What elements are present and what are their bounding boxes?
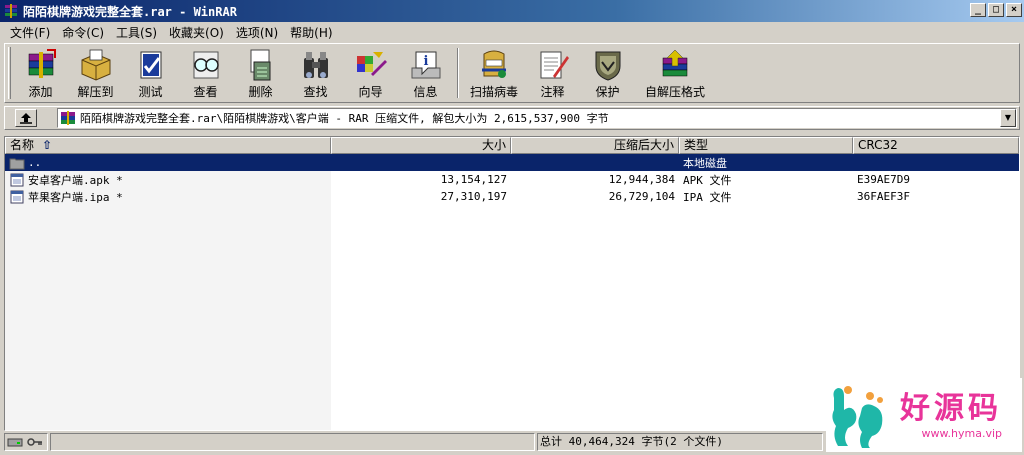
add-button[interactable]: 添加 (13, 48, 68, 100)
sfx-icon (662, 49, 688, 77)
window-title: 陌陌棋牌游戏完整全套.rar - WinRAR (23, 4, 237, 19)
file-name: 苹果客户端.ipa * (28, 190, 123, 204)
wizard-button[interactable]: 向导 (343, 48, 398, 100)
archive-icon (61, 111, 75, 125)
info-label: 信息 (413, 85, 438, 99)
status-icons (4, 433, 48, 451)
virus-scan-label: 扫描病毒 (469, 85, 518, 99)
watermark: 好源码 www.hyma.vip (826, 378, 1022, 452)
file-crc: 36FAEF3F (857, 190, 910, 203)
extract-to-button[interactable]: 解压到 (68, 48, 123, 100)
column-crc[interactable]: CRC32 (853, 137, 1019, 154)
column-name-label: 名称 (10, 138, 35, 152)
info-button[interactable]: i 信息 (398, 48, 453, 100)
menu-tools[interactable]: 工具(S) (110, 24, 163, 41)
file-type: IPA 文件 (683, 190, 732, 204)
extract-icon (81, 49, 110, 81)
protect-label: 保护 (595, 85, 620, 99)
column-packed[interactable]: 压缩后大小 (511, 137, 679, 154)
file-icon (10, 190, 24, 203)
menu-bar: 文件(F) 命令(C) 工具(S) 收藏夹(O) 选项(N) 帮助(H) (0, 22, 1024, 42)
up-arrow-icon (20, 113, 32, 124)
menu-help[interactable]: 帮助(H) (284, 24, 338, 41)
status-left (50, 433, 535, 451)
comment-button[interactable]: 注释 (525, 48, 580, 100)
sfx-button[interactable]: 自解压格式 (635, 48, 715, 100)
address-row: 陌陌棋牌游戏完整全套.rar\陌陌棋牌游戏\客户端 - RAR 压缩文件, 解包… (4, 106, 1020, 130)
file-type: APK 文件 (683, 173, 732, 187)
menu-file[interactable]: 文件(F) (4, 24, 56, 41)
title-bar: 陌陌棋牌游戏完整全套.rar - WinRAR _ □ × (0, 0, 1024, 22)
maximize-button[interactable]: □ (988, 3, 1004, 17)
test-icon (140, 51, 161, 79)
find-button[interactable]: 查找 (288, 48, 343, 100)
file-packed: 12,944,384 (608, 173, 675, 186)
delete-label: 删除 (248, 85, 273, 99)
winrar-icon (5, 4, 17, 18)
column-header: 名称 ⇧ 大小 压缩后大小 类型 CRC32 (5, 137, 1019, 154)
view-button[interactable]: 查看 (178, 48, 233, 100)
column-name[interactable]: 名称 ⇧ (5, 137, 331, 154)
file-crc: E39AE7D9 (857, 173, 910, 186)
address-combo[interactable]: 陌陌棋牌游戏完整全套.rar\陌陌棋牌游戏\客户端 - RAR 压缩文件, 解包… (57, 108, 1017, 128)
minimize-button[interactable]: _ (970, 3, 986, 17)
column-type[interactable]: 类型 (679, 137, 853, 154)
table-row[interactable]: .. 本地磁盘 (5, 154, 1019, 171)
menu-options[interactable]: 选项(N) (230, 24, 284, 41)
find-label: 查找 (303, 85, 328, 99)
protect-button[interactable]: 保护 (580, 48, 635, 100)
up-folder-button[interactable] (15, 109, 37, 127)
view-label: 查看 (193, 85, 218, 99)
wizard-label: 向导 (358, 85, 383, 99)
table-row[interactable]: 苹果客户端.ipa * 27,310,197 26,729,104 IPA 文件… (5, 188, 1019, 205)
wizard-icon (356, 52, 387, 76)
test-label: 测试 (138, 85, 163, 99)
key-icon[interactable] (27, 436, 43, 448)
chevron-down-icon[interactable]: ▼ (1000, 109, 1016, 127)
toolbar-grip[interactable] (8, 47, 11, 99)
file-size: 13,154,127 (440, 173, 507, 186)
toolbar-separator (457, 48, 459, 98)
close-button[interactable]: × (1006, 3, 1022, 17)
file-name: .. (28, 156, 42, 169)
extract-to-label: 解压到 (77, 85, 114, 99)
delete-button[interactable]: 删除 (233, 48, 288, 100)
folder-icon (9, 158, 25, 169)
add-label: 添加 (28, 85, 53, 99)
comment-label: 注释 (540, 85, 565, 99)
info-icon: i (411, 51, 440, 79)
column-size[interactable]: 大小 (331, 137, 511, 154)
comment-icon (540, 51, 569, 79)
file-packed: 26,729,104 (608, 190, 675, 203)
file-icon (10, 173, 24, 186)
virus-scan-icon (482, 50, 506, 78)
sort-up-icon: ⇧ (42, 138, 53, 152)
sfx-label: 自解压格式 (644, 85, 705, 99)
menu-commands[interactable]: 命令(C) (56, 24, 110, 41)
file-name: 安卓客户端.apk * (28, 173, 123, 187)
address-path: 陌陌棋牌游戏完整全套.rar\陌陌棋牌游戏\客户端 - RAR 压缩文件, 解包… (80, 112, 609, 125)
add-icon (28, 49, 56, 78)
binoculars-icon (303, 52, 328, 78)
watermark-logo-icon (832, 386, 883, 448)
test-button[interactable]: 测试 (123, 48, 178, 100)
watermark-url: www.hyma.vip (921, 426, 1002, 440)
menu-favorites[interactable]: 收藏夹(O) (163, 24, 230, 41)
svg-text:i: i (423, 54, 428, 69)
view-icon (193, 51, 219, 79)
file-type: 本地磁盘 (683, 156, 727, 170)
drive-icon[interactable] (7, 436, 23, 448)
status-total: 总计 40,464,324 字节(2 个文件) (537, 433, 823, 451)
shield-icon (595, 51, 620, 81)
toolbar: 添加 解压到 测试 查看 删除 查找 向导 i 信息 扫描病毒 注释 保护 自解… (4, 43, 1020, 103)
file-size: 27,310,197 (440, 190, 507, 203)
virus-scan-button[interactable]: 扫描病毒 (463, 48, 525, 100)
watermark-title: 好源码 (900, 390, 1002, 426)
table-row[interactable]: 安卓客户端.apk * 13,154,127 12,944,384 APK 文件… (5, 171, 1019, 188)
delete-icon (250, 49, 270, 81)
